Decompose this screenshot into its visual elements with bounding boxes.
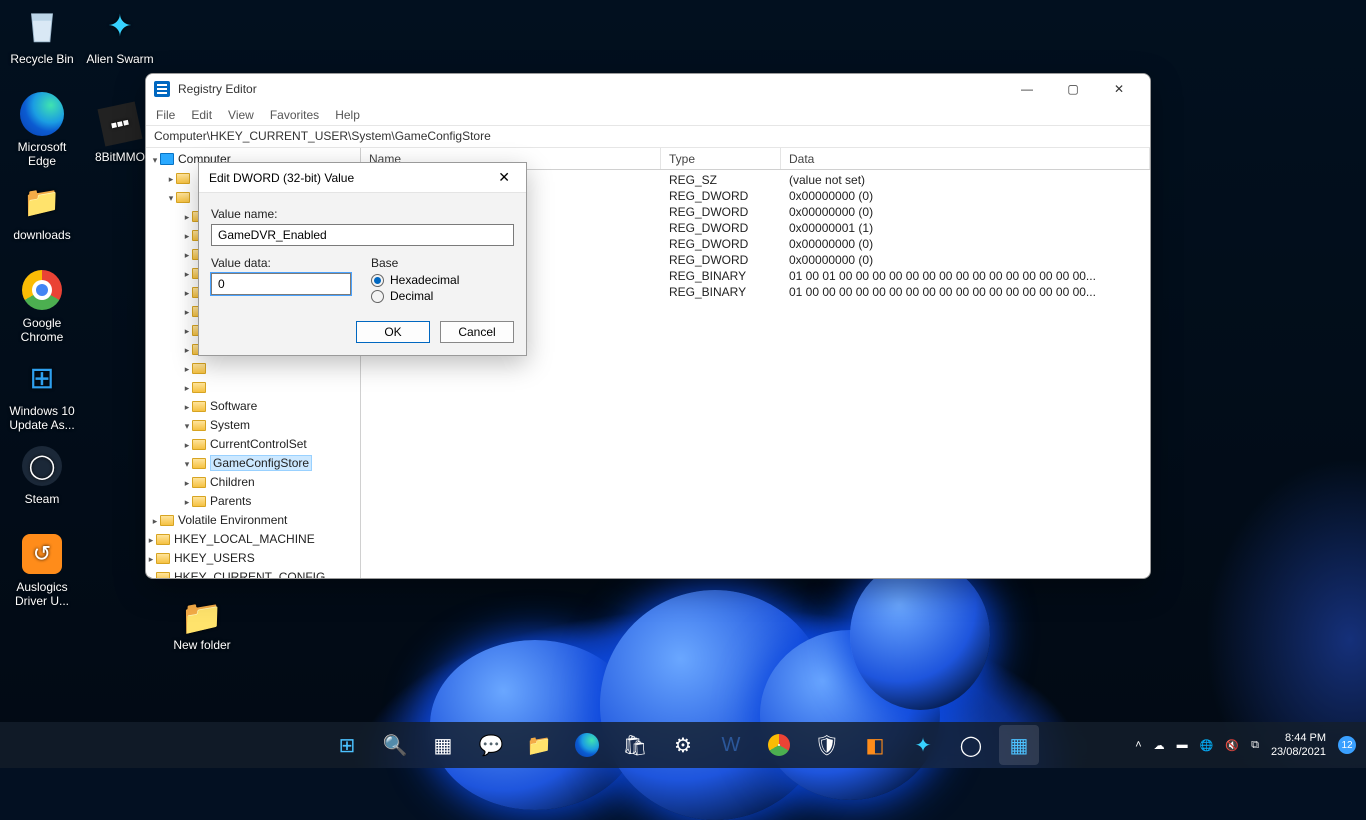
radio-decimal[interactable]: Decimal	[371, 289, 514, 303]
dialog-title: Edit DWORD (32-bit) Value	[209, 171, 354, 185]
alien-swarm-icon: ✦	[96, 2, 144, 50]
menu-edit[interactable]: Edit	[191, 108, 212, 122]
tree-item[interactable]: ▸CurrentControlSet	[182, 435, 360, 454]
volume-icon[interactable]: 🔇	[1225, 739, 1239, 752]
regedit-icon	[154, 81, 170, 97]
maximize-button[interactable]: ▢	[1050, 74, 1096, 104]
desktop-icon-label: Microsoft Edge	[4, 140, 80, 168]
dialog-titlebar[interactable]: Edit DWORD (32-bit) Value ✕	[199, 163, 526, 193]
regedit-taskbar-button[interactable]: ▦	[999, 725, 1039, 765]
tree-item[interactable]: ▾GameConfigStore	[182, 454, 360, 473]
desktop-icon-chrome[interactable]: Google Chrome	[4, 266, 80, 344]
address-bar[interactable]: Computer\HKEY_CURRENT_USER\System\GameCo…	[146, 126, 1150, 148]
tree-item[interactable]: ▸Volatile Environment	[150, 511, 360, 530]
edit-dword-dialog: Edit DWORD (32-bit) Value ✕ Value name: …	[198, 162, 527, 356]
clock[interactable]: 8:44 PM 23/08/2021	[1271, 731, 1326, 759]
desktop-icon-label: New folder	[160, 638, 244, 652]
desktop-icon-label: Auslogics Driver U...	[4, 580, 80, 608]
desktop-icon-auslogics[interactable]: ↺ Auslogics Driver U...	[4, 530, 80, 608]
tree-item[interactable]: ▸	[182, 378, 360, 397]
ok-button[interactable]: OK	[356, 321, 430, 343]
desktop-icon-label: Recycle Bin	[4, 52, 80, 66]
value-name-input[interactable]	[211, 224, 514, 246]
8bitmmo-icon: ■■■	[97, 101, 142, 146]
battery-icon[interactable]: ▬	[1177, 739, 1188, 751]
tree-item[interactable]: ▸HKEY_CURRENT_CONFIG	[146, 568, 360, 578]
recycle-bin-icon	[18, 2, 66, 50]
security-button[interactable]: 🛡	[807, 725, 847, 765]
desktop-icon-downloads[interactable]: 📁 downloads	[4, 178, 80, 256]
folder-icon: 📁	[18, 178, 66, 226]
tree-item[interactable]: ▸Children	[182, 473, 360, 492]
clock-time: 8:44 PM	[1271, 731, 1326, 745]
steam-button[interactable]: ◯	[951, 725, 991, 765]
tree-item[interactable]: ▾System	[182, 416, 360, 435]
chrome-button[interactable]	[759, 725, 799, 765]
app-orange-button[interactable]: ◧	[855, 725, 895, 765]
file-explorer-button[interactable]: 📁	[519, 725, 559, 765]
radio-icon	[371, 290, 384, 303]
radio-icon	[371, 274, 384, 287]
tree-item[interactable]: ▸HKEY_LOCAL_MACHINE	[146, 530, 360, 549]
tree-item[interactable]: ▸HKEY_USERS	[146, 549, 360, 568]
alien-swarm-button[interactable]: ✦	[903, 725, 943, 765]
windows-icon: ⊞	[18, 354, 66, 402]
desktop-icon-label: Steam	[4, 492, 80, 506]
value-name-label: Value name:	[211, 207, 514, 221]
desktop-icon-alien-swarm[interactable]: ✦ Alien Swarm	[82, 2, 158, 80]
col-data[interactable]: Data	[781, 148, 1150, 169]
task-view-button[interactable]: ▦	[423, 725, 463, 765]
auslogics-icon: ↺	[22, 534, 62, 574]
dialog-close-button[interactable]: ✕	[492, 167, 516, 188]
settings-button[interactable]: ⚙	[663, 725, 703, 765]
clock-date: 23/08/2021	[1271, 745, 1326, 759]
chat-button[interactable]: 💬	[471, 725, 511, 765]
chrome-icon	[22, 270, 62, 310]
value-data-label: Value data:	[211, 256, 351, 270]
start-button[interactable]: ⊞	[327, 725, 367, 765]
titlebar[interactable]: Registry Editor — ▢ ✕	[146, 74, 1150, 104]
value-data-input[interactable]	[211, 273, 351, 295]
desktop-icon-recycle-bin[interactable]: Recycle Bin	[4, 2, 80, 80]
window-title: Registry Editor	[178, 82, 257, 96]
word-button[interactable]: W	[711, 725, 751, 765]
tree-item[interactable]: ▸Parents	[182, 492, 360, 511]
search-button[interactable]: 🔍	[375, 725, 415, 765]
taskbar: ⊞ 🔍 ▦ 💬 📁 🛍 ⚙ W 🛡 ◧ ✦ ◯ ▦ ˄ ☁ ▬ 🌐 🔇 ⧉ 8:…	[0, 722, 1366, 768]
menubar: File Edit View Favorites Help	[146, 104, 1150, 126]
language-icon[interactable]: 🌐	[1200, 739, 1214, 752]
steam-icon: ◯	[22, 446, 62, 486]
minimize-button[interactable]: —	[1004, 74, 1050, 104]
cancel-button[interactable]: Cancel	[440, 321, 514, 343]
menu-file[interactable]: File	[156, 108, 175, 122]
store-button[interactable]: 🛍	[615, 725, 655, 765]
tree-item[interactable]: ▸	[182, 359, 360, 378]
onedrive-icon[interactable]: ☁	[1154, 739, 1165, 752]
menu-help[interactable]: Help	[335, 108, 360, 122]
edge-button[interactable]	[567, 725, 607, 765]
desktop-icon-win10-update[interactable]: ⊞ Windows 10 Update As...	[4, 354, 80, 432]
folder-icon: 📁	[160, 598, 244, 638]
tray-chevron-icon[interactable]: ˄	[1135, 739, 1141, 751]
base-label: Base	[371, 256, 514, 270]
desktop-icon-steam[interactable]: ◯ Steam	[4, 442, 80, 520]
radio-hexadecimal[interactable]: Hexadecimal	[371, 273, 514, 287]
desktop-icon-new-folder[interactable]: 📁 New folder	[160, 598, 244, 652]
menu-view[interactable]: View	[228, 108, 254, 122]
col-type[interactable]: Type	[661, 148, 781, 169]
desktop-icon-label: Alien Swarm	[82, 52, 158, 66]
desktop-icon-label: Windows 10 Update As...	[4, 404, 80, 432]
edge-icon	[20, 92, 64, 136]
desktop-icon-label: Google Chrome	[4, 316, 80, 344]
tree-item[interactable]: ▸Software	[182, 397, 360, 416]
notification-badge[interactable]: 12	[1338, 736, 1356, 754]
desktop-icon-edge[interactable]: Microsoft Edge	[4, 90, 80, 168]
menu-favorites[interactable]: Favorites	[270, 108, 319, 122]
desktop-icon-label: downloads	[4, 228, 80, 242]
close-button[interactable]: ✕	[1096, 74, 1142, 104]
wifi-icon[interactable]: ⧉	[1251, 739, 1259, 752]
